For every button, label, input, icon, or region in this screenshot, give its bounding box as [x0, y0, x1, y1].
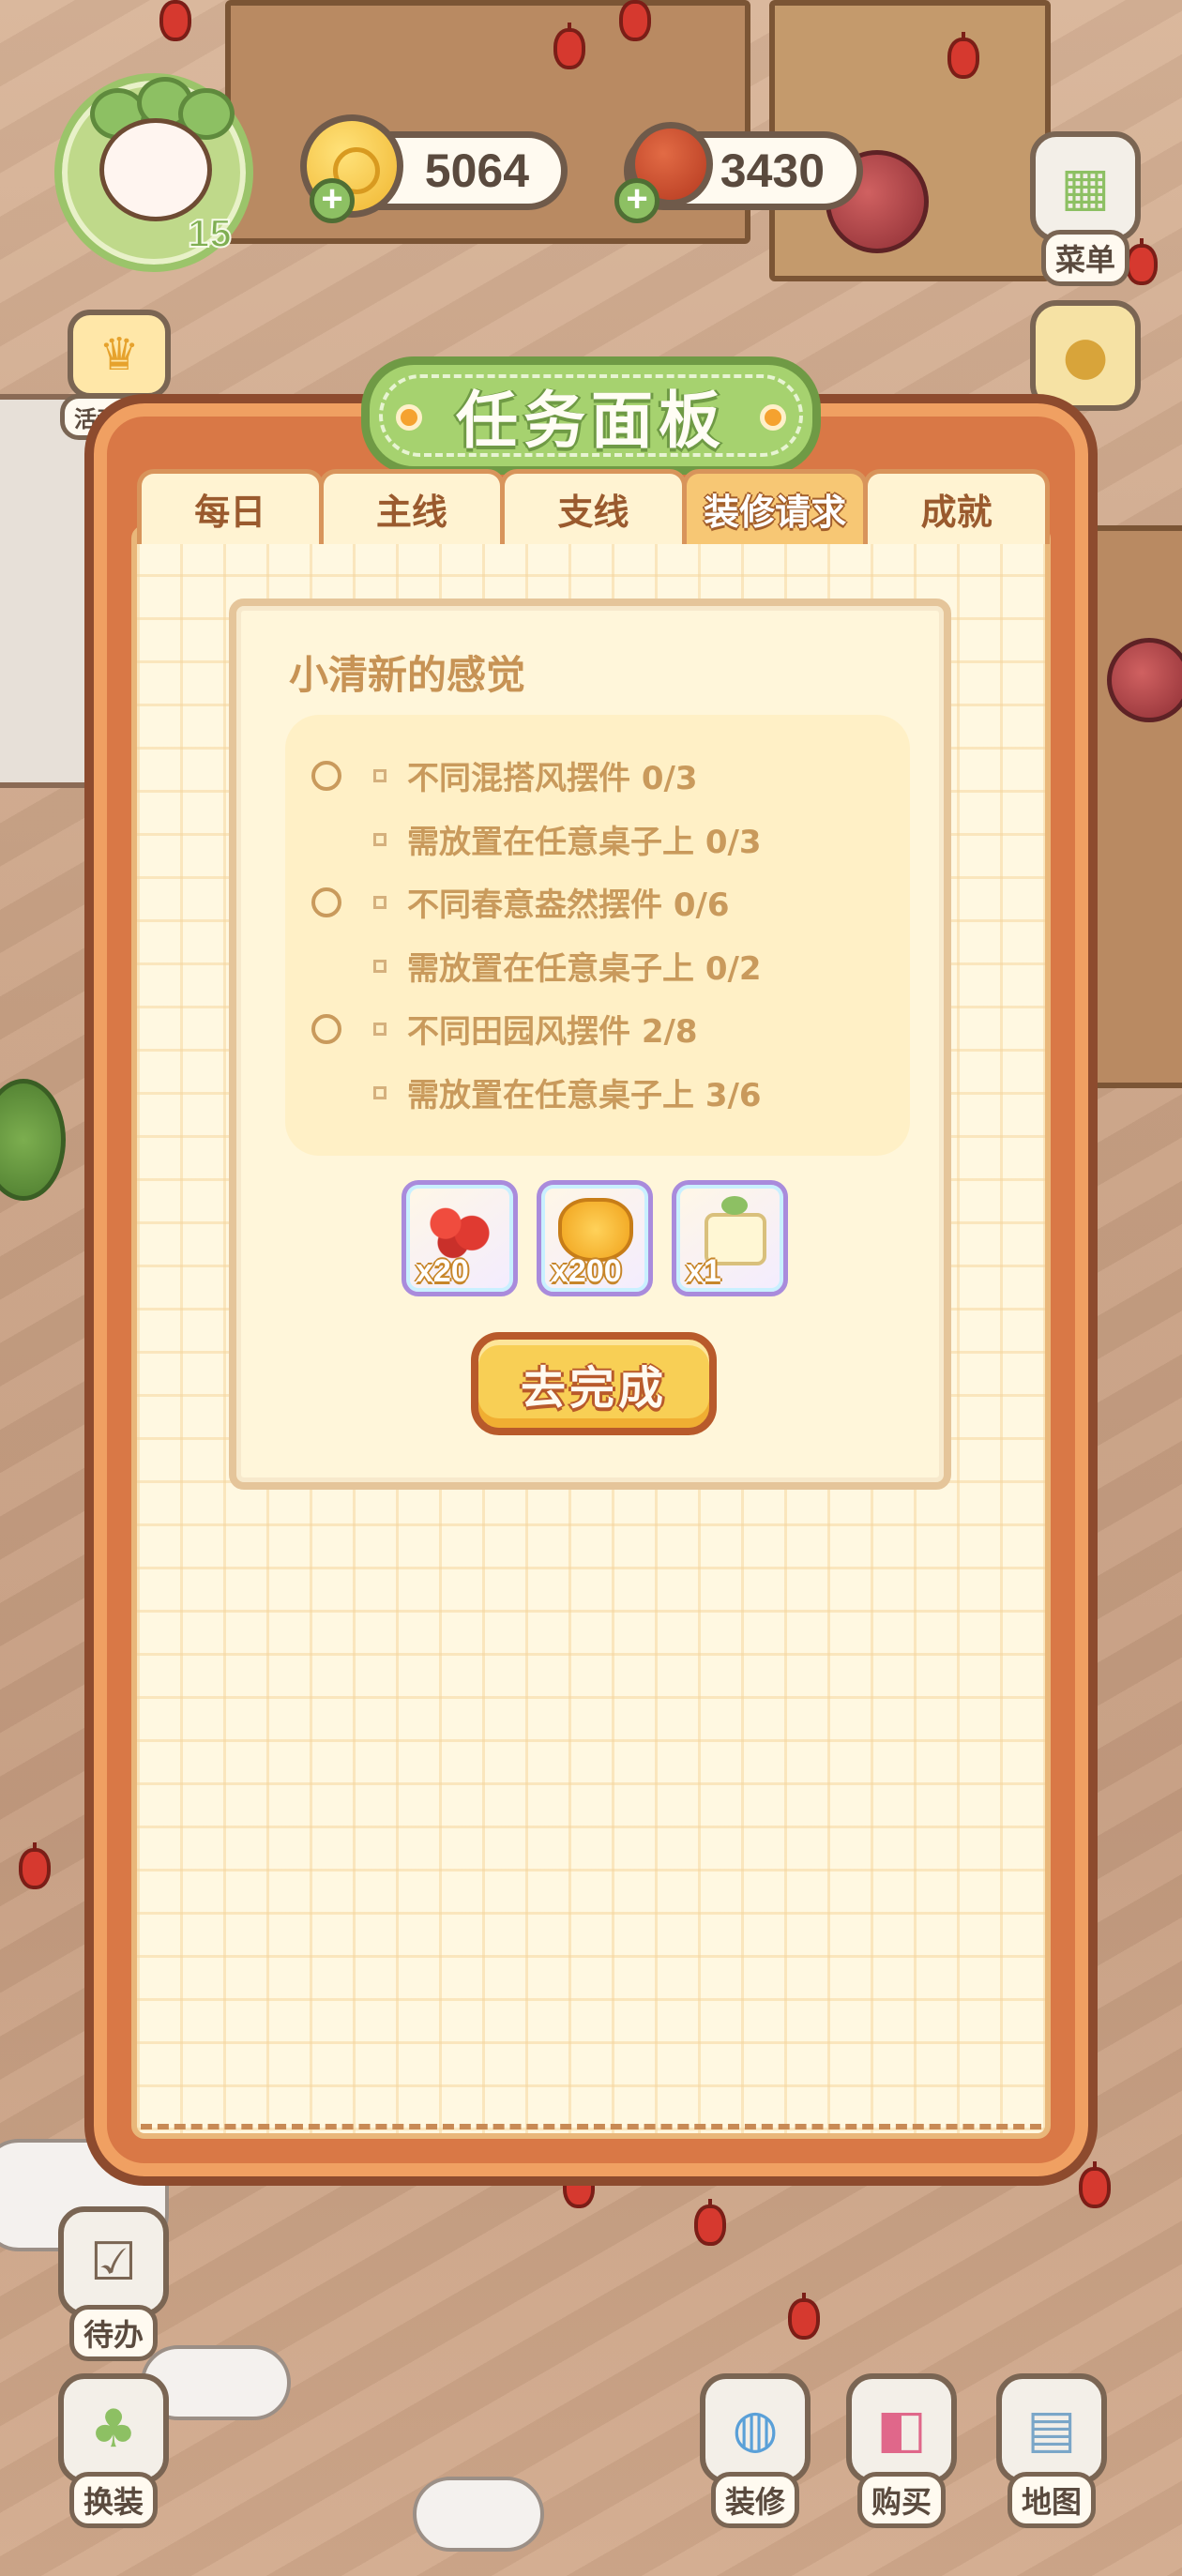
banner-dot — [396, 404, 422, 431]
lantern — [19, 1842, 51, 1889]
requirement-subrow: 需放置在任意桌子上 0/3 — [373, 816, 762, 862]
reward-sprout-block[interactable]: x1 — [672, 1180, 788, 1296]
reward-quantity: x200 — [551, 1253, 622, 1289]
shop-label: 购买 — [856, 2472, 946, 2528]
requirement-subtext: 需放置在任意桌子上 0/2 — [407, 950, 762, 988]
reward-gold-nuggets[interactable]: x200 — [537, 1180, 653, 1296]
task-panel-title: 任务面板 — [456, 385, 726, 457]
requirement-text: 不同春意盎然摆件 0/6 — [407, 886, 730, 924]
tab-side-quest[interactable]: 支线 — [500, 469, 687, 544]
requirement-row: 不同田园风摆件 2/8 — [311, 1006, 698, 1052]
decorate-label: 装修 — [710, 2472, 799, 2528]
shopping-bag-icon: ◧ — [846, 2373, 957, 2484]
gold-nuggets-icon — [558, 1198, 633, 1262]
tab-achievements[interactable]: 成就 — [863, 469, 1050, 544]
incomplete-circle-icon — [311, 886, 341, 917]
red-tree — [1107, 638, 1182, 722]
tab-decoration-requests[interactable]: 装修请求 — [681, 469, 869, 544]
task-title: 小清新的感觉 — [289, 652, 526, 698]
reward-cherries[interactable]: x20 — [402, 1180, 518, 1296]
bullet-icon — [373, 832, 386, 846]
lantern — [553, 23, 585, 69]
decorate-button[interactable]: ◍ 装修 — [700, 2373, 811, 2528]
outfit-label: 换装 — [68, 2472, 158, 2528]
requirement-row: 不同混搭风摆件 0/3 — [311, 752, 698, 798]
task-tabs: 每日 主线 支线 装修请求 成就 — [137, 469, 1050, 544]
paper-torn-edge — [141, 2092, 1041, 2129]
crown-icon: ♛ — [68, 310, 171, 399]
menu-label: 菜单 — [1040, 230, 1129, 286]
requirement-subrow: 需放置在任意桌子上 0/2 — [373, 943, 762, 989]
requirement-text: 不同田园风摆件 2/8 — [407, 1013, 698, 1051]
requirement-subrow: 需放置在任意桌子上 3/6 — [373, 1069, 762, 1115]
task-panel-title-banner: 任务面板 — [361, 356, 821, 475]
sprout-icon: ♣ — [58, 2373, 169, 2484]
requirement-row: 不同春意盎然摆件 0/6 — [311, 879, 730, 925]
todo-label: 待办 — [68, 2305, 158, 2361]
bullet-icon — [373, 959, 386, 973]
tab-main-quest[interactable]: 主线 — [318, 469, 506, 544]
lantern — [788, 2293, 820, 2340]
incomplete-circle-icon — [311, 1013, 341, 1044]
bullet-icon — [373, 1085, 386, 1099]
lantern — [1079, 2161, 1111, 2208]
outfit-button[interactable]: ♣ 换装 — [58, 2373, 169, 2528]
todo-button[interactable]: ☑ 待办 — [58, 2206, 169, 2361]
gift-icon: ▦ — [1030, 131, 1141, 242]
map-label: 地图 — [1007, 2472, 1096, 2528]
checklist-icon: ☑ — [58, 2206, 169, 2317]
building — [1088, 525, 1182, 1088]
task-card: 小清新的感觉 不同混搭风摆件 0/3 需放置在任意桌子上 0/3 不同春意盎然摆… — [229, 599, 951, 1490]
green-bush — [0, 1079, 66, 1201]
menu-button[interactable]: ▦ 菜单 — [1030, 131, 1141, 286]
add-meat-button[interactable]: + — [614, 178, 659, 223]
cherries-icon — [423, 1198, 498, 1262]
add-coins-button[interactable]: + — [310, 178, 355, 223]
go-complete-button[interactable]: 去完成 — [471, 1332, 717, 1435]
lantern — [947, 32, 979, 79]
requirement-text: 不同混搭风摆件 0/3 — [407, 760, 698, 797]
requirement-subtext: 需放置在任意桌子上 3/6 — [407, 1077, 762, 1114]
requirements-box: 不同混搭风摆件 0/3 需放置在任意桌子上 0/3 不同春意盎然摆件 0/6 需… — [285, 715, 910, 1156]
reward-quantity: x1 — [686, 1253, 721, 1289]
lantern — [619, 0, 651, 41]
player-level: 15 — [187, 210, 233, 256]
requirement-subtext: 需放置在任意桌子上 0/3 — [407, 824, 762, 861]
avatar-face — [99, 118, 212, 221]
rewards-row: x20 x200 x1 — [402, 1180, 788, 1296]
shop-button[interactable]: ◧ 购买 — [846, 2373, 957, 2528]
bullet-icon — [373, 768, 386, 782]
bullet-icon — [373, 895, 386, 909]
snow-pile — [413, 2477, 544, 2552]
building — [0, 394, 94, 788]
reward-quantity: x20 — [416, 1253, 469, 1289]
incomplete-circle-icon — [311, 760, 341, 791]
bullet-icon — [373, 1022, 386, 1036]
lantern — [694, 2199, 726, 2246]
map-button[interactable]: ▤ 地图 — [996, 2373, 1107, 2528]
banner-dot — [760, 404, 786, 431]
paint-bucket-icon: ◍ — [700, 2373, 811, 2484]
tab-daily[interactable]: 每日 — [137, 469, 324, 544]
lantern — [159, 0, 191, 41]
map-icon: ▤ — [996, 2373, 1107, 2484]
